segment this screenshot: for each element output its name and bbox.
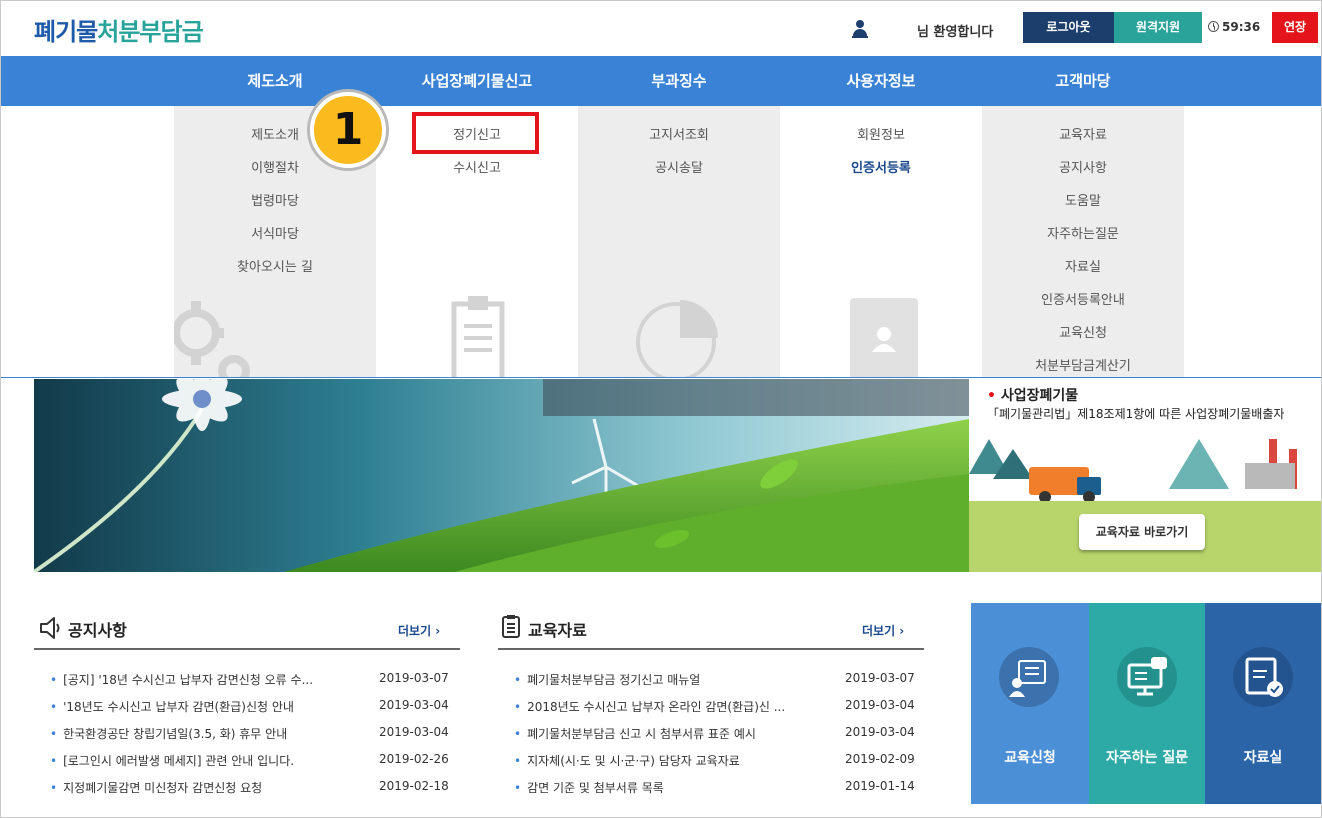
notice-list-item[interactable]: • 지정폐기물감면 미신청자 감면신청 요청 <box>50 779 262 796</box>
quick-tile-label: 자주하는 질문 <box>1105 750 1189 766</box>
submenu-item[interactable]: 인증서등록안내 <box>982 289 1184 308</box>
submenu-item[interactable]: 찾아오시는 길 <box>174 256 376 275</box>
submenu-item[interactable]: 교육자료 <box>982 124 1184 143</box>
edu-section-title: 교육자료 <box>528 621 587 640</box>
submenu-item[interactable]: 자주하는질문 <box>982 223 1184 242</box>
extend-session-button[interactable]: 연장 <box>1272 12 1318 43</box>
quick-tile-label: 교육신청 <box>1004 750 1056 766</box>
logout-button[interactable]: 로그아웃 <box>1023 12 1114 43</box>
timer-value: 59:36 <box>1222 20 1261 34</box>
submenu-item[interactable]: 서식마당 <box>174 223 376 242</box>
education-shortcut-button[interactable]: 교육자료 바로가기 <box>1079 514 1205 550</box>
mega-menu-dropdown: 제도소개 이행절차 법령마당 서식마당 찾아오시는 길 정기신고 수시신고 고지… <box>0 106 1322 378</box>
submenu-item-occasional-report[interactable]: 수시신고 <box>376 157 578 176</box>
edu-date: 2019-01-14 <box>845 779 915 793</box>
top-header: 폐기물처분부담금 님 환영합니다 로그아웃 원격지원 59:36 연장 <box>0 0 1322 56</box>
edu-list-item[interactable]: • 폐기물처분부담금 정기신고 매뉴얼 <box>514 671 700 688</box>
notice-list-item[interactable]: • 한국환경공단 창립기념일(3.5, 화) 휴무 안내 <box>50 725 287 742</box>
notice-list-item[interactable]: • [공지] '18년 수시신고 납부자 감면신청 오류 수... <box>50 671 313 688</box>
edu-apply-icon <box>999 647 1059 707</box>
edu-date: 2019-03-07 <box>845 671 915 685</box>
submenu-item[interactable]: 법령마당 <box>174 190 376 209</box>
notice-date: 2019-02-18 <box>379 779 449 793</box>
submenu-item[interactable]: 회원정보 <box>780 124 982 143</box>
submenu-item[interactable]: 자료실 <box>982 256 1184 275</box>
edu-list-item[interactable]: • 감면 기준 및 첨부서류 목록 <box>514 779 664 796</box>
edu-more-link[interactable]: 더보기 › <box>862 622 904 639</box>
notice-list-item[interactable]: • '18년도 수시신고 납부자 감면(환급)신청 안내 <box>50 698 294 715</box>
notice-section-title: 공지사항 <box>68 621 127 640</box>
submenu-user-info: 회원정보 인증서등록 <box>780 106 982 377</box>
user-card-watermark-icon <box>850 298 918 377</box>
submenu-customer: 교육자료 공지사항 도움말 자주하는질문 자료실 인증서등록안내 교육신청 처분… <box>982 106 1184 377</box>
step-number-badge: 1 <box>310 92 386 168</box>
quick-tile-faq[interactable]: 자주하는 질문 <box>1089 603 1205 804</box>
edu-date: 2019-03-04 <box>845 725 915 739</box>
notice-date: 2019-03-04 <box>379 698 449 712</box>
speaker-icon <box>40 617 60 639</box>
nav-customer[interactable]: 고객마당 <box>982 56 1184 106</box>
document-icon <box>502 615 520 638</box>
notice-divider <box>34 648 460 650</box>
notice-more-link[interactable]: 더보기 › <box>398 622 440 639</box>
submenu-item[interactable]: 교육신청 <box>982 322 1184 341</box>
submenu-item[interactable]: 공시송달 <box>578 157 780 176</box>
nav-user-info[interactable]: 사용자정보 <box>780 56 982 106</box>
session-timer: 59:36 <box>1208 20 1260 34</box>
clock-icon <box>1208 21 1219 32</box>
notice-date: 2019-02-26 <box>379 752 449 766</box>
edu-list-item[interactable]: • 2018년도 수시신고 납부자 온라인 감면(환급)신 ... <box>514 698 785 715</box>
edu-list-item[interactable]: • 폐기물처분부담금 신고 시 첨부서류 표준 예시 <box>514 725 756 742</box>
submenu-item[interactable]: 도움말 <box>982 190 1184 209</box>
logo-text-part2: 처분부담금 <box>97 18 203 46</box>
clipboard-watermark-icon <box>451 296 505 377</box>
notice-date: 2019-03-07 <box>379 671 449 685</box>
banner-caption-bar <box>543 379 969 416</box>
user-icon <box>852 20 868 38</box>
notice-list-item[interactable]: • [로그인시 에러발생 메세지] 관련 안내 입니다. <box>50 752 294 769</box>
welcome-text: 님 환영합니다 <box>917 25 994 40</box>
quick-tile-archive[interactable]: 자료실 <box>1205 603 1321 804</box>
edu-date: 2019-02-09 <box>845 752 915 766</box>
side-panel-title: • 사업장폐기물 <box>987 388 1079 404</box>
nav-waste-report[interactable]: 사업장폐기물신고 <box>376 56 578 106</box>
quick-tile-edu-apply[interactable]: 교육신청 <box>971 603 1089 804</box>
site-logo[interactable]: 폐기물처분부담금 <box>34 12 204 47</box>
edu-list-item[interactable]: • 지자체(시·도 및 시·군·구) 담당자 교육자료 <box>514 752 740 769</box>
gear-watermark-icon <box>174 301 250 377</box>
faq-monitor-icon <box>1117 647 1177 707</box>
submenu-item[interactable]: 공지사항 <box>982 157 1184 176</box>
main-nav: 제도소개 사업장폐기물신고 부과징수 사용자정보 고객마당 <box>0 56 1322 106</box>
nav-levy-collection[interactable]: 부과징수 <box>578 56 780 106</box>
submenu-item[interactable]: 고지서조회 <box>578 124 780 143</box>
notice-date: 2019-03-04 <box>379 725 449 739</box>
edu-divider <box>498 648 924 650</box>
archive-doc-icon <box>1233 647 1293 707</box>
pie-chart-watermark-icon <box>636 300 718 377</box>
submenu-levy-collection: 고지서조회 공시송달 <box>578 106 780 377</box>
side-panel-description: 「폐기물관리법」제18조제1항에 따른 사업장폐기물배출자 <box>987 407 1285 421</box>
remote-support-button[interactable]: 원격지원 <box>1114 12 1202 43</box>
submenu-item[interactable]: 처분부담금계산기 <box>982 355 1184 374</box>
submenu-item-cert-register[interactable]: 인증서등록 <box>780 157 982 176</box>
edu-date: 2019-03-04 <box>845 698 915 712</box>
logo-text-part1: 폐기물 <box>34 18 98 46</box>
highlight-box <box>412 112 539 154</box>
quick-tile-label: 자료실 <box>1243 750 1283 766</box>
banner-side-panel: • 사업장폐기물 「폐기물관리법」제18조제1항에 따른 사업장폐기물배출자 교… <box>969 379 1322 572</box>
